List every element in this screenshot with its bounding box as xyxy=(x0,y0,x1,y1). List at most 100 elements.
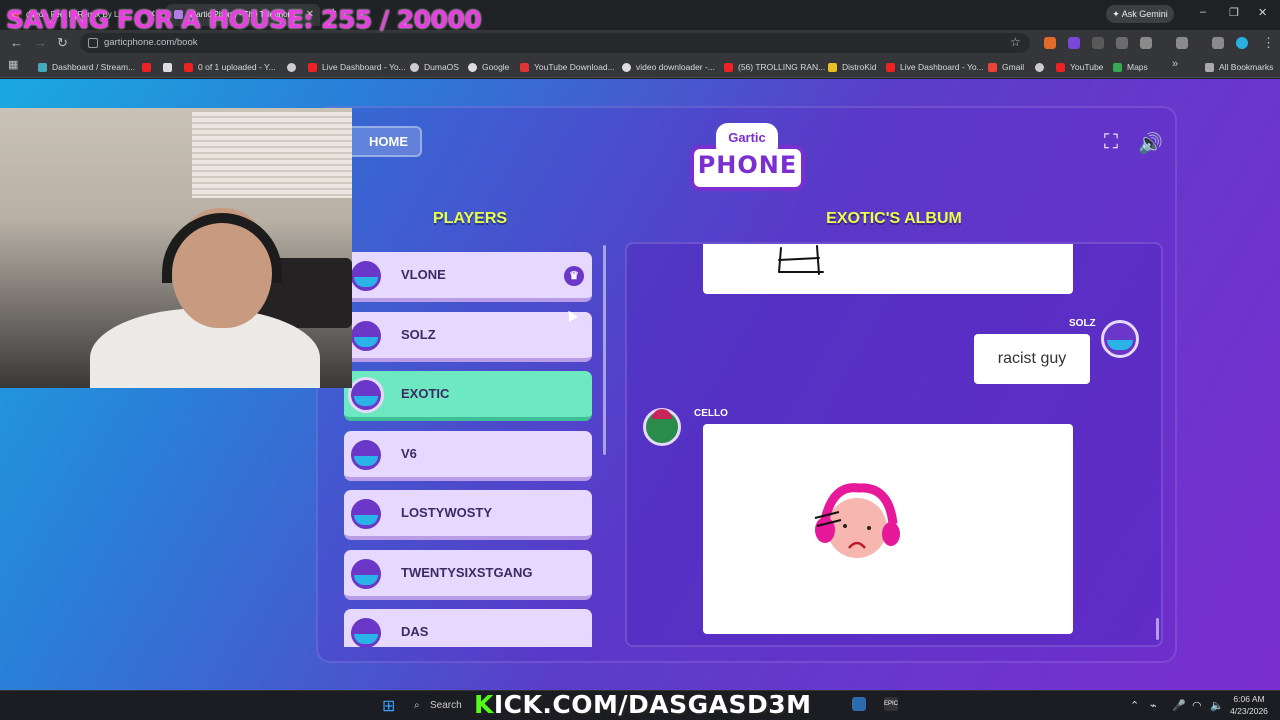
url-field[interactable]: garticphone.com/book xyxy=(80,33,1030,53)
download-icon[interactable] xyxy=(1212,37,1224,49)
players-list[interactable]: VLONE ♛ SOLZ EXOTIC V6 LOSTYWOSTY TWENTY… xyxy=(334,242,610,647)
gartic-phone-logo: PHONE Gartic xyxy=(690,123,805,195)
bookmark-label: Dashboard / Stream... xyxy=(52,62,136,72)
player-avatar xyxy=(348,615,384,647)
sad-face-drawing xyxy=(814,483,900,558)
extension-icon[interactable] xyxy=(1068,37,1080,49)
gemini-icon: ✦ xyxy=(1112,9,1122,19)
bookmark-item[interactable]: Gmail xyxy=(988,60,1024,74)
globe-icon[interactable] xyxy=(287,63,296,72)
wifi-icon[interactable]: ◠ xyxy=(1192,699,1202,712)
album-feed[interactable]: SOLZ racist guy CELLO xyxy=(625,242,1163,647)
restore-button[interactable]: ❐ xyxy=(1229,6,1239,19)
url-text: garticphone.com/book xyxy=(104,37,198,48)
player-avatar xyxy=(348,437,384,473)
epic-games-icon[interactable]: EPIC xyxy=(884,697,898,711)
ask-gemini-label: Ask Gemini xyxy=(1121,9,1168,19)
bookmark-item[interactable]: 0 of 1 uploaded - Y... xyxy=(184,60,276,74)
bookmark-label: DistroKid xyxy=(842,62,877,72)
extension-icon[interactable] xyxy=(1116,37,1128,49)
bookmark-item[interactable]: video downloader -... xyxy=(622,60,715,74)
minimize-button[interactable]: – xyxy=(1200,6,1206,18)
bookmarks-bar: ▦ Dashboard / Stream... 0 of 1 uploaded … xyxy=(0,56,1280,78)
player-name: VLONE xyxy=(401,267,446,282)
bookmark-item[interactable]: DumaOS xyxy=(410,60,459,74)
bookmark-item[interactable]: (56) TROLLING RAN... xyxy=(724,60,825,74)
search-label: Search xyxy=(430,700,462,711)
bookmark-label: Live Dashboard - Yo... xyxy=(900,62,984,72)
player-name: TWENTYSIXSTGANG xyxy=(401,565,533,580)
bookmark-item[interactable]: Google xyxy=(468,60,509,74)
player-card-das[interactable]: DAS xyxy=(344,609,592,647)
bookmark-item[interactable]: Maps xyxy=(1113,60,1148,74)
headphones xyxy=(162,213,282,283)
windows-start-icon[interactable]: ⊞ xyxy=(382,696,395,716)
album-scrollbar[interactable] xyxy=(1156,618,1159,640)
crown-icon: ♛ xyxy=(564,266,584,286)
players-scrollbar[interactable] xyxy=(603,245,606,455)
bookmark-item[interactable]: Dashboard / Stream... xyxy=(38,60,135,74)
bookmark-label: Live Dashboard - Yo... xyxy=(322,62,406,72)
stream-goal-overlay: SAVING FOR A HOUSE: 255 / 20000 xyxy=(6,5,482,34)
fullscreen-icon[interactable]: ⛶ xyxy=(1104,131,1118,154)
site-info-icon[interactable] xyxy=(88,38,98,48)
bookmark-icon[interactable] xyxy=(163,63,172,72)
volume-icon[interactable]: 🔊 xyxy=(1138,131,1163,156)
extensions-puzzle-icon[interactable] xyxy=(1140,37,1152,49)
bookmark-label: YouTube xyxy=(1070,62,1104,72)
globe-icon[interactable] xyxy=(1035,63,1044,72)
network-icon[interactable]: ⌁ xyxy=(1150,699,1157,712)
apps-grid-icon[interactable]: ▦ xyxy=(8,58,18,71)
bookmark-item[interactable]: Live Dashboard - Yo... xyxy=(308,60,406,74)
speaker-icon[interactable]: 🔈 xyxy=(1210,699,1224,712)
taskbar-search[interactable]: ⌕ Search xyxy=(406,697,466,715)
bookmark-item[interactable]: Live Dashboard - Yo... xyxy=(886,60,984,74)
reload-icon[interactable]: ↻ xyxy=(57,35,68,51)
extension-icon[interactable] xyxy=(1092,37,1104,49)
player-card-twentysixstgang[interactable]: TWENTYSIXSTGANG xyxy=(344,550,592,600)
player-name: SOLZ xyxy=(401,327,436,342)
drawing-card-partial xyxy=(703,244,1073,294)
album-heading: EXOTIC'S ALBUM xyxy=(826,210,962,227)
forward-icon[interactable]: → xyxy=(34,35,47,50)
all-bookmarks-button[interactable]: All Bookmarks xyxy=(1205,60,1273,74)
bookmark-item[interactable]: DistroKid xyxy=(828,60,876,74)
kick-url-text: KICK.COM/DASGASD3M xyxy=(474,690,812,719)
player-card-exotic[interactable]: EXOTIC xyxy=(344,371,592,421)
microphone-icon[interactable]: 🎤 xyxy=(1172,699,1186,712)
extension-icon[interactable] xyxy=(1044,37,1056,49)
players-heading: PLAYERS xyxy=(432,210,508,227)
player-card-lostywosty[interactable]: LOSTYWOSTY xyxy=(344,490,592,540)
window-close-button[interactable]: ✕ xyxy=(1258,6,1267,19)
player-card-vlone[interactable]: VLONE ♛ xyxy=(344,252,592,302)
player-avatar xyxy=(348,496,384,532)
steam-icon[interactable] xyxy=(852,697,866,711)
home-button[interactable]: HOME xyxy=(340,126,422,157)
player-name: EXOTIC xyxy=(401,386,450,401)
clock-date: 4/23/2026 xyxy=(1230,706,1268,716)
star-icon[interactable]: ☆ xyxy=(1010,35,1021,49)
player-avatar xyxy=(348,318,384,354)
bookmark-item[interactable]: YouTube Download... xyxy=(520,60,615,74)
media-icon[interactable] xyxy=(1176,37,1188,49)
player-card-solz[interactable]: SOLZ xyxy=(344,312,592,362)
youtube-icon[interactable] xyxy=(142,63,151,72)
player-avatar xyxy=(348,556,384,592)
profile-avatar[interactable] xyxy=(1236,37,1248,49)
menu-icon[interactable]: ⋮ xyxy=(1262,35,1275,51)
back-icon[interactable]: ← xyxy=(10,35,23,50)
player-name: LOSTYWOSTY xyxy=(401,505,492,520)
author-label-solz: SOLZ xyxy=(1069,318,1096,329)
chevron-up-icon[interactable]: ⌃ xyxy=(1130,699,1139,712)
all-bookmarks-label: All Bookmarks xyxy=(1219,62,1274,72)
guess-bubble: racist guy xyxy=(974,334,1090,384)
more-bookmarks-icon[interactable]: » xyxy=(1172,58,1178,70)
logo-gartic-text: Gartic xyxy=(716,123,778,151)
player-card-v6[interactable]: V6 xyxy=(344,431,592,481)
system-clock[interactable]: 6:06 AM 4/23/2026 xyxy=(1228,693,1270,717)
window-blinds xyxy=(192,112,352,198)
bookmark-item[interactable]: YouTube xyxy=(1056,60,1103,74)
kick-overlay: KICK.COM/DASGASD3M xyxy=(474,690,812,719)
bookmark-label: (56) TROLLING RAN... xyxy=(738,62,826,72)
ask-gemini-button[interactable]: ✦ Ask Gemini xyxy=(1106,5,1174,23)
